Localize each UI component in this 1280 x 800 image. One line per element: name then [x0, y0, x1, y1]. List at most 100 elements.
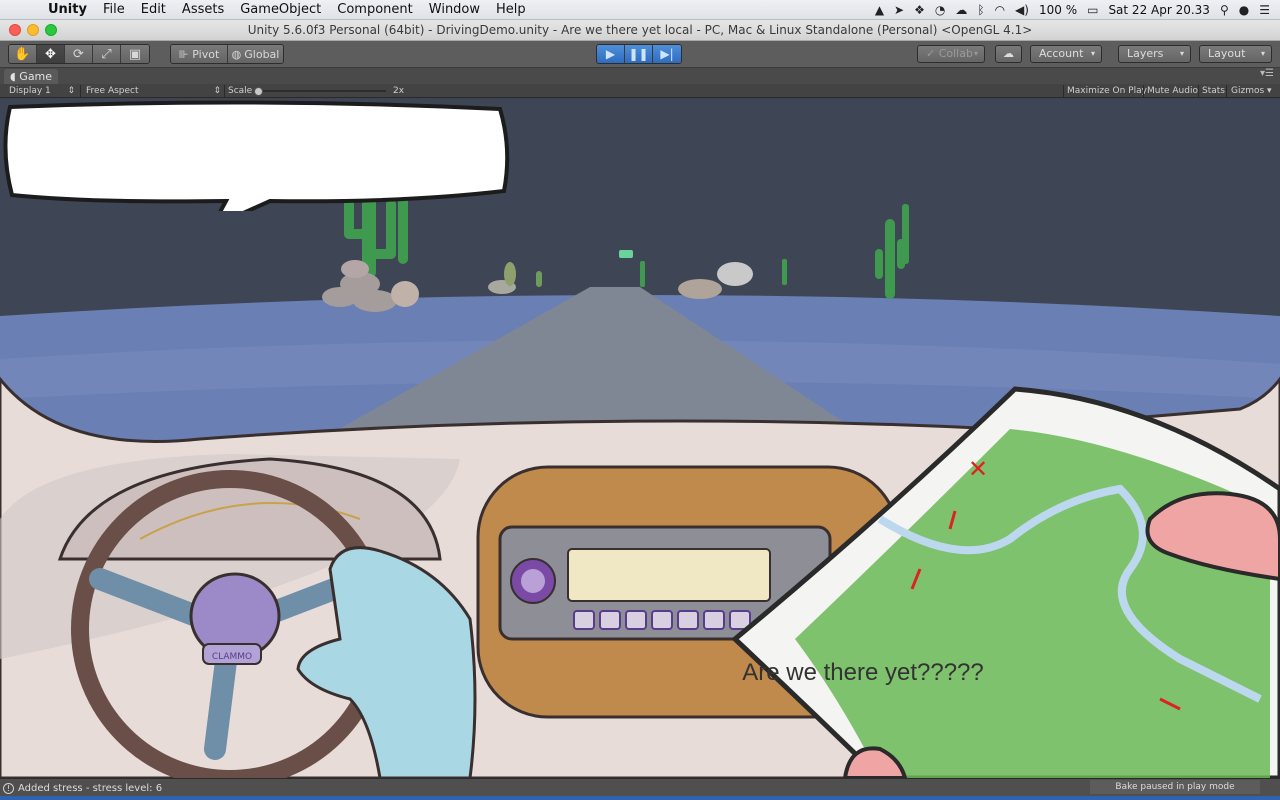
check-icon: ✓: [926, 47, 936, 60]
scale-slider-track[interactable]: [258, 90, 386, 92]
wifi-icon[interactable]: ◠: [995, 0, 1005, 20]
scale-tool-icon[interactable]: ⤢: [93, 45, 121, 63]
pivot-icon: ⊪: [178, 47, 189, 61]
layout-label: Layout: [1208, 47, 1246, 60]
dropbox-icon[interactable]: ❖: [914, 0, 925, 20]
battery-percent[interactable]: 100 %: [1039, 3, 1077, 17]
unity-toolbar: ✋ ✥ ⟳ ⤢ ▣ ⊪ Pivot ◍ Global ▶ ❚❚ ▶| ✓ Col…: [0, 41, 1280, 68]
location-icon[interactable]: ➤: [894, 0, 904, 20]
bluetooth-icon[interactable]: ᛒ: [977, 0, 984, 20]
speech-bubble: [3, 100, 510, 211]
chevron-down-icon: ▾: [1260, 49, 1265, 58]
speech-bubble-shape: [3, 100, 510, 211]
play-icon[interactable]: ▶: [597, 45, 625, 63]
divider: [1063, 85, 1064, 97]
collab-label: Collab: [938, 47, 973, 60]
cloud-icon: ☁: [1003, 47, 1014, 60]
cloud-button[interactable]: ☁: [995, 45, 1022, 63]
display-label: Display 1: [9, 86, 51, 96]
macos-menu-bar: Unity File Edit Assets GameObject Compon…: [0, 0, 1280, 20]
menu-assets[interactable]: Assets: [174, 0, 232, 20]
playback-controls: ▶ ❚❚ ▶|: [596, 44, 682, 64]
chevron-updown-icon: ⇕: [213, 86, 221, 96]
divider: [80, 85, 81, 97]
mute-audio-toggle[interactable]: Mute Audio: [1147, 84, 1198, 98]
aspect-dropdown[interactable]: Free Aspect ⇕: [86, 84, 221, 98]
collab-dropdown[interactable]: ✓ Collab ▾: [917, 45, 985, 63]
creative-cloud-icon[interactable]: ☁: [955, 0, 967, 20]
gizmos-label: Gizmos: [1231, 86, 1265, 96]
rotate-tool-icon[interactable]: ⟳: [65, 45, 93, 63]
step-icon[interactable]: ▶|: [653, 45, 681, 63]
status-message[interactable]: Added stress - stress level: 6: [18, 783, 162, 794]
radio-buttons: [573, 610, 751, 630]
siri-icon[interactable]: ●: [1239, 0, 1249, 20]
radio-knob-center: [521, 569, 545, 593]
menu-gameobject[interactable]: GameObject: [232, 0, 329, 20]
pivot-button[interactable]: ⊪ Pivot: [171, 45, 228, 63]
brand-label: CLAMMO: [212, 652, 252, 662]
globe-icon: ◍: [231, 47, 242, 61]
maximize-on-play-toggle[interactable]: Maximize On Play: [1067, 84, 1147, 98]
stats-toggle[interactable]: Stats: [1202, 84, 1225, 98]
battery-icon[interactable]: ▭: [1087, 0, 1098, 20]
divider: [1198, 85, 1199, 97]
chevron-down-icon: ▾: [1267, 86, 1272, 96]
chevron-down-icon: ▾: [1090, 49, 1095, 58]
info-icon: !: [3, 783, 14, 794]
menu-component[interactable]: Component: [329, 0, 420, 20]
account-dropdown[interactable]: Account ▾: [1030, 45, 1102, 63]
volume-icon[interactable]: ◀): [1015, 0, 1029, 20]
scale-slider-thumb[interactable]: [254, 87, 263, 96]
tab-menu-icon[interactable]: ▾☰: [1260, 68, 1274, 79]
chevron-updown-icon: ⇕: [67, 86, 75, 96]
timer-icon[interactable]: ◔: [935, 0, 945, 20]
window-close-button[interactable]: [9, 24, 21, 36]
tab-game[interactable]: ◖ Game: [4, 69, 59, 84]
menu-unity[interactable]: Unity: [40, 0, 95, 20]
scale-label: Scale: [228, 86, 253, 96]
global-button[interactable]: ◍ Global: [228, 45, 283, 63]
notification-center-icon[interactable]: ☰: [1259, 0, 1270, 20]
pivot-global-toggle: ⊪ Pivot ◍ Global: [170, 44, 284, 64]
radio-display: [567, 548, 771, 602]
layers-dropdown[interactable]: Layers ▾: [1118, 45, 1191, 63]
gizmos-dropdown[interactable]: Gizmos ▾: [1231, 84, 1272, 98]
global-label: Global: [244, 47, 280, 61]
clock[interactable]: Sat 22 Apr 20.33: [1108, 3, 1210, 17]
divider: [224, 85, 225, 97]
rect-tool-icon[interactable]: ▣: [121, 45, 149, 63]
layers-label: Layers: [1127, 47, 1164, 60]
dock-edge: [0, 796, 1280, 800]
pivot-label: Pivot: [192, 47, 220, 61]
aspect-label: Free Aspect: [86, 86, 139, 96]
layout-dropdown[interactable]: Layout ▾: [1199, 45, 1272, 63]
game-viewport[interactable]: CLAMMO ✕ Are we there yet?????: [0, 99, 1280, 778]
window-title: Unity 5.6.0f3 Personal (64bit) - Driving…: [247, 23, 1033, 37]
speech-text: Are we there yet?????: [742, 659, 984, 686]
game-controller-icon: ◖: [10, 70, 16, 83]
window-zoom-button[interactable]: [45, 24, 57, 36]
game-tab-bar: ◖ Game ▾☰: [0, 68, 1280, 84]
window-minimize-button[interactable]: [27, 24, 39, 36]
pause-icon[interactable]: ❚❚: [625, 45, 653, 63]
account-label: Account: [1039, 47, 1084, 60]
menu-help[interactable]: Help: [488, 0, 534, 20]
window-title-bar: Unity 5.6.0f3 Personal (64bit) - Driving…: [0, 20, 1280, 41]
transform-tools: ✋ ✥ ⟳ ⤢ ▣: [8, 44, 150, 64]
map-destination-x-icon: ✕: [968, 455, 988, 483]
spotlight-search-icon[interactable]: ⚲: [1220, 0, 1229, 20]
chevron-down-icon: ▾: [973, 49, 978, 58]
move-tool-icon[interactable]: ✥: [37, 45, 65, 63]
menu-window[interactable]: Window: [421, 0, 488, 20]
menu-edit[interactable]: Edit: [133, 0, 174, 20]
game-view-options-bar: Display 1 ⇕ Free Aspect ⇕ Scale 2x Maxim…: [0, 84, 1280, 98]
drive-icon[interactable]: ▲: [875, 0, 884, 20]
chevron-down-icon: ▾: [1179, 49, 1184, 58]
display-dropdown[interactable]: Display 1 ⇕: [9, 84, 75, 98]
menu-file[interactable]: File: [95, 0, 133, 20]
hand-tool-icon[interactable]: ✋: [9, 45, 37, 63]
divider: [1143, 85, 1144, 97]
game-tab-label: Game: [19, 70, 53, 83]
divider: [1226, 85, 1227, 97]
